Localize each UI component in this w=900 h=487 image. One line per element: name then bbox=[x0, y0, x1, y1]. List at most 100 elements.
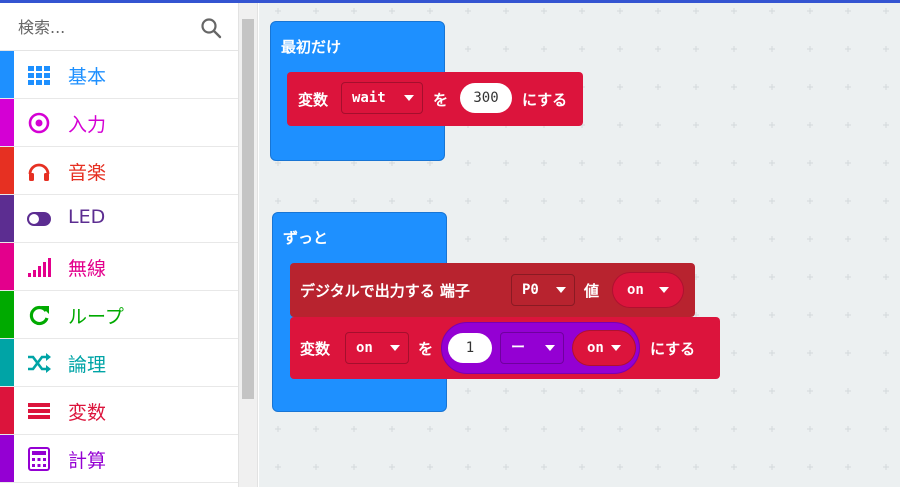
category-label: 論理 bbox=[68, 354, 107, 376]
grid-cross bbox=[617, 46, 623, 52]
chevron-down-icon bbox=[611, 345, 621, 351]
grid-cross bbox=[845, 236, 851, 242]
grid-cross bbox=[883, 312, 889, 318]
grid-cross bbox=[731, 198, 737, 204]
category-music[interactable]: 音楽 bbox=[0, 147, 238, 195]
pin-name: P0 bbox=[522, 282, 539, 298]
grid-cross bbox=[883, 198, 889, 204]
grid-cross bbox=[617, 8, 623, 14]
operator-dropdown[interactable]: ー bbox=[500, 332, 564, 364]
grid-cross bbox=[807, 198, 813, 204]
grid-cross bbox=[845, 388, 851, 394]
grid-cross bbox=[465, 388, 471, 394]
grid-cross bbox=[579, 388, 585, 394]
grid-cross bbox=[275, 8, 281, 14]
scrollbar-thumb[interactable] bbox=[242, 19, 254, 399]
variable-dropdown[interactable]: wait bbox=[341, 82, 423, 114]
signal-icon bbox=[28, 258, 51, 277]
to-label: を bbox=[418, 340, 434, 358]
set-variable-block[interactable]: 変数 on を 1 ー on にする bbox=[290, 317, 720, 379]
search-box bbox=[0, 3, 238, 51]
search-input[interactable] bbox=[18, 13, 188, 41]
grid-cross bbox=[883, 350, 889, 356]
grid-cross bbox=[617, 426, 623, 432]
grid-cross bbox=[313, 8, 319, 14]
category-math[interactable]: 計算 bbox=[0, 435, 238, 483]
variable-reporter[interactable]: on bbox=[572, 330, 636, 366]
grid-cross bbox=[275, 426, 281, 432]
grid-cross bbox=[845, 426, 851, 432]
grid-cross bbox=[883, 464, 889, 470]
grid-cross bbox=[617, 464, 623, 470]
grid-cross bbox=[693, 426, 699, 432]
target-icon bbox=[28, 112, 50, 134]
grid-cross bbox=[731, 122, 737, 128]
math-minus-block[interactable]: 1 ー on bbox=[441, 322, 640, 374]
search-icon[interactable] bbox=[200, 17, 222, 39]
category-label: 入力 bbox=[68, 114, 107, 136]
digital-write-block[interactable]: デジタルで出力する 端子 P0 値 on bbox=[290, 263, 695, 317]
grid-cross bbox=[769, 46, 775, 52]
category-input[interactable]: 入力 bbox=[0, 99, 238, 147]
category-label: ループ bbox=[68, 306, 124, 328]
grid-cross bbox=[579, 236, 585, 242]
chevron-down-icon bbox=[404, 95, 414, 101]
grid-cross bbox=[579, 8, 585, 14]
category-color-strip bbox=[0, 51, 14, 98]
grid-cross bbox=[655, 46, 661, 52]
grid-cross bbox=[693, 8, 699, 14]
shuffle-icon bbox=[28, 353, 51, 373]
suffix-label: にする bbox=[650, 340, 696, 358]
grid-cross bbox=[617, 84, 623, 90]
blocks-workspace[interactable]: 最初だけ 変数 wait を 300 にする ずっと デジタルで出力する 端子 … bbox=[259, 3, 900, 487]
grid-cross bbox=[807, 84, 813, 90]
grid-cross bbox=[807, 46, 813, 52]
grid-cross bbox=[731, 388, 737, 394]
grid-cross bbox=[389, 464, 395, 470]
grid-cross bbox=[845, 350, 851, 356]
grid-cross bbox=[769, 388, 775, 394]
category-color-strip bbox=[0, 339, 14, 386]
grid-cross bbox=[883, 388, 889, 394]
grid-cross bbox=[731, 46, 737, 52]
category-led[interactable]: LED bbox=[0, 195, 238, 243]
set-label: 変数 bbox=[300, 340, 331, 358]
category-loops[interactable]: ループ bbox=[0, 291, 238, 339]
grid-cross bbox=[845, 84, 851, 90]
grid-cross bbox=[807, 350, 813, 356]
value-variable-dropdown[interactable]: on bbox=[612, 272, 684, 308]
category-logic[interactable]: 論理 bbox=[0, 339, 238, 387]
grid-cross bbox=[465, 464, 471, 470]
grid-cross bbox=[807, 274, 813, 280]
grid-cross bbox=[503, 46, 509, 52]
grid-cross bbox=[693, 236, 699, 242]
grid-cross bbox=[389, 426, 395, 432]
to-label: を bbox=[433, 91, 449, 109]
category-color-strip bbox=[0, 195, 14, 242]
grid-cross bbox=[769, 198, 775, 204]
category-label: 音楽 bbox=[68, 162, 107, 184]
number-input[interactable]: 1 bbox=[448, 333, 492, 363]
grid-cross bbox=[693, 122, 699, 128]
pin-dropdown[interactable]: P0 bbox=[511, 274, 575, 306]
grid-cross bbox=[807, 464, 813, 470]
category-variables[interactable]: 変数 bbox=[0, 387, 238, 435]
grid-cross bbox=[351, 198, 357, 204]
grid-cross bbox=[769, 122, 775, 128]
variable-dropdown[interactable]: on bbox=[345, 332, 409, 364]
category-basic[interactable]: 基本 bbox=[0, 51, 238, 99]
grid-cross bbox=[617, 236, 623, 242]
grid-cross bbox=[541, 198, 547, 204]
set-variable-block[interactable]: 変数 wait を 300 にする bbox=[287, 72, 583, 126]
category-radio[interactable]: 無線 bbox=[0, 243, 238, 291]
category-color-strip bbox=[0, 243, 14, 290]
grid-cross bbox=[693, 388, 699, 394]
grid-cross bbox=[617, 160, 623, 166]
grid-cross bbox=[807, 426, 813, 432]
toolbox-scrollbar[interactable] bbox=[238, 3, 258, 487]
grid-cross bbox=[731, 426, 737, 432]
grid-cross bbox=[731, 160, 737, 166]
grid-cross bbox=[655, 388, 661, 394]
grid-cross bbox=[579, 160, 585, 166]
number-input[interactable]: 300 bbox=[460, 83, 512, 113]
